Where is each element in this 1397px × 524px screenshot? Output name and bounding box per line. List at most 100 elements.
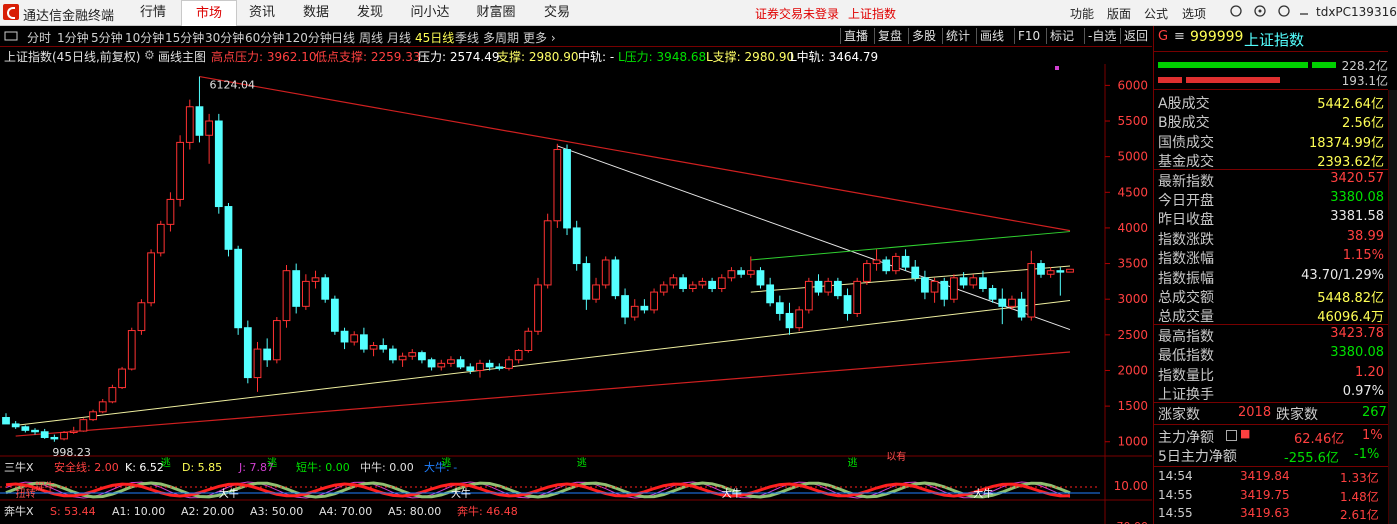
- period-12[interactable]: 季线: [455, 29, 479, 46]
- candle-body: [514, 350, 523, 361]
- kline-chart[interactable]: 1000 1500 2000 2500 3000 3500 4000 4500 5000 5500…: [0, 64, 1152, 524]
- candle-body: [1037, 263, 1045, 275]
- candle-body: [572, 227, 581, 265]
- period-4[interactable]: 15分钟: [165, 29, 204, 46]
- settings-icon[interactable]: ⚙: [144, 48, 155, 62]
- market-flag: G: [1158, 29, 1169, 44]
- sub1-tag: 大牛: [451, 487, 471, 500]
- candle-body: [766, 284, 775, 304]
- right-menu-1[interactable]: 版面: [1107, 5, 1131, 22]
- panel-toggle-icon[interactable]: [4, 31, 18, 41]
- main-net-value: 62.46亿: [1294, 432, 1345, 447]
- menu-5[interactable]: 问小达: [397, 0, 463, 25]
- candle-body: [495, 366, 504, 369]
- candle-body: [679, 277, 687, 290]
- sub1-tag: 逃: [441, 456, 451, 469]
- toolbar-button-7[interactable]: -自选: [1084, 28, 1119, 44]
- candle-body: [882, 259, 891, 272]
- candle-body: [543, 220, 552, 286]
- high-pressure-line: [199, 75, 1071, 232]
- app-name: 通达信金融终端: [23, 9, 115, 24]
- menu-0[interactable]: 行情: [125, 0, 181, 25]
- period-3[interactable]: 10分钟: [125, 29, 164, 46]
- period-6[interactable]: 60分钟: [245, 29, 284, 46]
- candle-body: [853, 280, 862, 314]
- toolbar-button-2[interactable]: 多股: [908, 28, 939, 44]
- sub1-tag: 逃: [577, 456, 587, 469]
- period-bar: 分时 1分钟 5分钟 10分钟 15分钟 30分钟 60分钟 120分钟 日线 周线 月线 45日线季…: [0, 26, 1152, 47]
- menu-7[interactable]: 交易: [529, 0, 585, 25]
- tick-vol: 1.48亿: [1340, 489, 1379, 504]
- quote-row-label: 上证换手: [1158, 387, 1214, 403]
- menu-1[interactable]: 市场: [181, 0, 237, 26]
- candle-body: [234, 248, 243, 329]
- candle-body: [360, 334, 368, 350]
- candle-body: [1056, 270, 1065, 273]
- panel-scrollbar[interactable]: [1388, 90, 1397, 524]
- toolbar-button-4[interactable]: 画线: [976, 28, 1007, 44]
- period-11[interactable]: 45日线: [415, 29, 454, 46]
- menu-4[interactable]: 发现: [343, 0, 397, 25]
- login-alert[interactable]: 证券交易未登录: [755, 5, 839, 22]
- quote-row-label: 最高指数: [1158, 328, 1214, 345]
- sub1-tag: 大牛: [219, 487, 239, 500]
- candle-body: [911, 266, 920, 279]
- candle-body: [118, 368, 126, 389]
- candle-body: [592, 284, 600, 300]
- period-9[interactable]: 周线: [359, 29, 383, 46]
- candle-body: [108, 387, 117, 403]
- right-menu-3[interactable]: 选项: [1182, 5, 1206, 22]
- candle-body: [969, 277, 978, 286]
- y-tick-label: 1000: [1117, 435, 1148, 449]
- period-5[interactable]: 30分钟: [205, 29, 244, 46]
- main-net-chart-icon[interactable]: [1226, 430, 1237, 441]
- menu-icon[interactable]: ≡: [1174, 29, 1185, 44]
- candle-body: [534, 284, 542, 332]
- tick-vol: 1.33亿: [1340, 471, 1379, 485]
- menu-3[interactable]: 数据: [289, 0, 343, 25]
- index-alert[interactable]: 上证指数: [848, 5, 896, 22]
- toolbar-button-8[interactable]: 返回: [1120, 28, 1151, 44]
- sub2-item: A1: 10.00: [112, 505, 165, 518]
- period-10[interactable]: 月线: [387, 29, 411, 46]
- toolbar-button-5[interactable]: F10: [1014, 28, 1043, 44]
- quote-row: 指数振幅 43.70/1.29%: [1154, 267, 1388, 287]
- toolbar-button-1[interactable]: 复盘: [874, 28, 905, 44]
- toolbar-button-6[interactable]: 标记: [1046, 28, 1077, 44]
- message-icon[interactable]: [1254, 5, 1266, 17]
- down-count-label: 跌家数: [1276, 407, 1318, 423]
- period-0[interactable]: 分时: [27, 29, 51, 46]
- sub1-tag: 逃: [848, 456, 858, 469]
- candle-body: [466, 366, 475, 371]
- candle-body: [862, 263, 871, 282]
- period-8[interactable]: 日线: [331, 29, 355, 46]
- toolbar-button-0[interactable]: 直播: [840, 28, 871, 44]
- candle-body: [940, 280, 949, 300]
- sub1-tag: 逃: [161, 456, 171, 469]
- period-2[interactable]: 5分钟: [91, 29, 123, 46]
- candle-body: [408, 352, 417, 357]
- menu-6[interactable]: 财富圈: [463, 0, 529, 25]
- help-icon[interactable]: [1278, 5, 1290, 17]
- period-14[interactable]: 更多 ›: [523, 29, 556, 46]
- indicator-name[interactable]: 画线主图: [158, 48, 206, 65]
- sub2-item: A2: 20.00: [181, 505, 234, 518]
- quote-row-value: 18374.99亿: [1308, 135, 1384, 151]
- y-tick-label: 2500: [1117, 328, 1148, 342]
- quote-row-value: 3380.08: [1330, 345, 1384, 361]
- candle-body: [176, 141, 184, 200]
- sub2-item: A3: 50.00: [250, 505, 303, 518]
- right-menu-0[interactable]: 功能: [1070, 5, 1094, 22]
- minimize-icon[interactable]: [1298, 5, 1310, 17]
- right-menu-2[interactable]: 公式: [1144, 5, 1168, 22]
- period-13[interactable]: 多周期: [483, 29, 519, 46]
- period-7[interactable]: 120分钟: [285, 29, 332, 46]
- candle-body: [369, 345, 378, 350]
- toolbar-button-3[interactable]: 统计: [942, 28, 973, 44]
- candle-body: [427, 359, 436, 368]
- user-icon[interactable]: [1230, 5, 1242, 17]
- period-1[interactable]: 1分钟: [57, 29, 89, 46]
- candle-body: [253, 348, 262, 379]
- quote-row-label: 指数量比: [1158, 367, 1214, 384]
- menu-2[interactable]: 资讯: [235, 0, 289, 25]
